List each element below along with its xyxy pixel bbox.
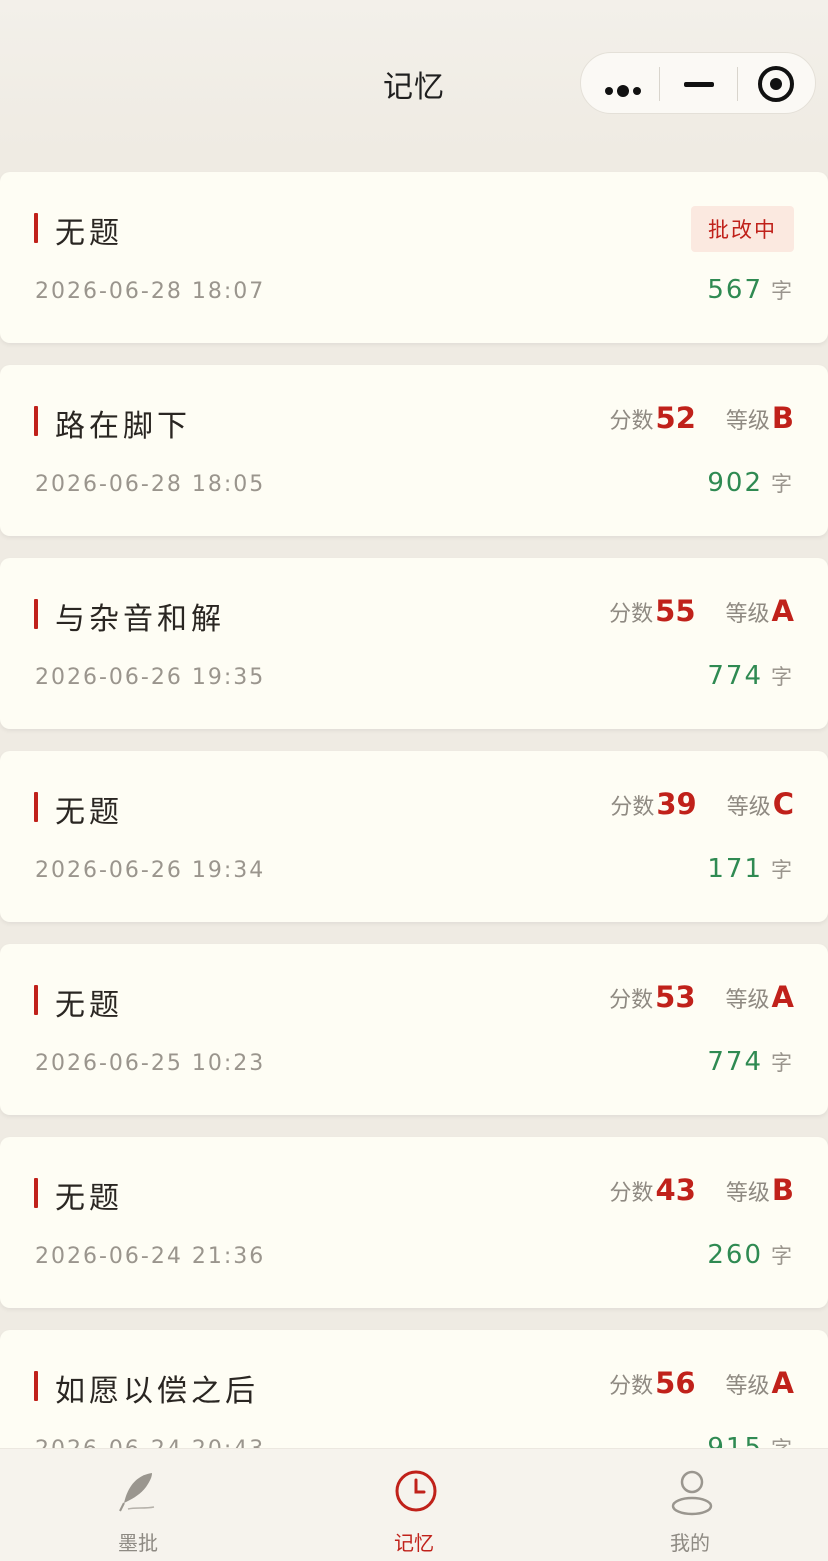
score-label: 分数 bbox=[609, 602, 654, 627]
grade-value: A bbox=[771, 1366, 794, 1400]
grade-label: 等级 bbox=[725, 409, 770, 434]
record-title: 与杂音和解 bbox=[55, 602, 225, 637]
word-count-unit: 字 bbox=[771, 472, 792, 496]
word-count-value: 902 bbox=[707, 468, 763, 498]
title-accent-bar bbox=[34, 792, 38, 822]
grade-value: C bbox=[772, 787, 794, 821]
word-count-unit: 字 bbox=[771, 665, 792, 689]
grade-value: A bbox=[771, 594, 794, 628]
feather-icon bbox=[119, 1473, 155, 1512]
grade-value: A bbox=[771, 980, 794, 1014]
grade-label: 等级 bbox=[725, 988, 770, 1013]
tab-label: 墨批 bbox=[118, 1531, 158, 1555]
score-label: 分数 bbox=[609, 409, 654, 434]
grade-value: B bbox=[771, 401, 794, 435]
score-label: 分数 bbox=[609, 1374, 654, 1399]
more-button[interactable] bbox=[581, 53, 659, 115]
record-title: 无题 bbox=[55, 988, 123, 1023]
score-grade: 分数53 等级A bbox=[609, 980, 794, 1014]
tab-mine[interactable]: 我的 bbox=[552, 1449, 828, 1561]
tab-bar: 墨批 记忆 我的 bbox=[0, 1448, 828, 1561]
score-label: 分数 bbox=[609, 1181, 654, 1206]
score-value: 52 bbox=[655, 401, 696, 435]
word-count: 902 字 bbox=[707, 468, 792, 498]
minus-icon bbox=[684, 82, 714, 87]
tab-label: 记忆 bbox=[394, 1531, 434, 1555]
record-card[interactable]: 无题 分数43 等级B 2026-06-24 21:36 260 字 bbox=[0, 1137, 828, 1308]
record-title: 无题 bbox=[55, 216, 123, 251]
score-label: 分数 bbox=[610, 795, 655, 820]
title-accent-bar bbox=[34, 985, 38, 1015]
record-card[interactable]: 无题 分数53 等级A 2026-06-25 10:23 774 字 bbox=[0, 944, 828, 1115]
grade-label: 等级 bbox=[725, 1374, 770, 1399]
word-count: 774 字 bbox=[707, 661, 792, 691]
record-card[interactable]: 无题 批改中 2026-06-28 18:07 567 字 bbox=[0, 172, 828, 343]
title-accent-bar bbox=[34, 1371, 38, 1401]
record-card[interactable]: 与杂音和解 分数55 等级A 2026-06-26 19:35 774 字 bbox=[0, 558, 828, 729]
status-badge: 批改中 bbox=[691, 206, 794, 252]
score-grade: 分数43 等级B bbox=[610, 1173, 795, 1207]
word-count-value: 260 bbox=[707, 1240, 763, 1270]
tab-label: 我的 bbox=[670, 1531, 710, 1555]
record-card[interactable]: 路在脚下 分数52 等级B 2026-06-28 18:05 902 字 bbox=[0, 365, 828, 536]
word-count: 260 字 bbox=[707, 1240, 792, 1270]
score-value: 39 bbox=[656, 787, 697, 821]
record-date: 2026-06-28 18:05 bbox=[35, 472, 266, 497]
record-card[interactable]: 无题 分数39 等级C 2026-06-26 19:34 171 字 bbox=[0, 751, 828, 922]
score-grade: 分数56 等级A bbox=[609, 1366, 794, 1400]
word-count: 171 字 bbox=[707, 854, 792, 884]
title-accent-bar bbox=[34, 213, 38, 243]
grade-label: 等级 bbox=[726, 795, 771, 820]
word-count-unit: 字 bbox=[771, 858, 792, 882]
word-count-value: 171 bbox=[707, 854, 763, 884]
more-dots-icon bbox=[605, 80, 645, 99]
word-count-unit: 字 bbox=[771, 1244, 792, 1268]
title-accent-bar bbox=[34, 599, 38, 629]
record-list: 无题 批改中 2026-06-28 18:07 567 字 路在脚下 分数52 等级… bbox=[0, 172, 828, 1523]
nav-header: 记忆 bbox=[0, 0, 828, 150]
grade-value: B bbox=[771, 1173, 794, 1207]
score-value: 43 bbox=[655, 1173, 696, 1207]
word-count-value: 774 bbox=[707, 661, 763, 691]
close-mini-program-button[interactable] bbox=[738, 53, 816, 115]
tab-mopi[interactable]: 墨批 bbox=[0, 1449, 276, 1561]
score-label: 分数 bbox=[609, 988, 654, 1013]
record-title: 无题 bbox=[55, 795, 123, 830]
record-title: 如愿以偿之后 bbox=[55, 1374, 259, 1409]
record-date: 2026-06-24 21:36 bbox=[35, 1244, 266, 1269]
record-date: 2026-06-26 19:34 bbox=[35, 858, 266, 883]
word-count-value: 774 bbox=[707, 1047, 763, 1077]
grade-label: 等级 bbox=[725, 602, 770, 627]
title-accent-bar bbox=[34, 1178, 38, 1208]
record-date: 2026-06-26 19:35 bbox=[35, 665, 266, 690]
score-value: 53 bbox=[655, 980, 696, 1014]
word-count: 567 字 bbox=[707, 275, 792, 305]
score-grade: 分数39 等级C bbox=[610, 787, 794, 821]
word-count-unit: 字 bbox=[771, 1051, 792, 1075]
record-date: 2026-06-25 10:23 bbox=[35, 1051, 266, 1076]
minimize-button[interactable] bbox=[660, 53, 738, 115]
score-grade: 分数52 等级B bbox=[610, 401, 795, 435]
score-value: 55 bbox=[655, 594, 696, 628]
word-count-value: 567 bbox=[707, 275, 763, 305]
clock-icon bbox=[395, 1470, 437, 1512]
record-title: 路在脚下 bbox=[55, 409, 191, 444]
word-count-unit: 字 bbox=[771, 279, 792, 303]
grade-label: 等级 bbox=[725, 1181, 770, 1206]
word-count: 774 字 bbox=[707, 1047, 792, 1077]
target-circle-icon bbox=[758, 66, 794, 102]
title-accent-bar bbox=[34, 406, 38, 436]
record-date: 2026-06-28 18:07 bbox=[35, 279, 266, 304]
mini-program-capsule bbox=[580, 52, 816, 114]
user-icon bbox=[671, 1470, 713, 1516]
score-value: 56 bbox=[655, 1366, 696, 1400]
score-grade: 分数55 等级A bbox=[609, 594, 794, 628]
tab-memory[interactable]: 记忆 bbox=[276, 1449, 552, 1561]
record-title: 无题 bbox=[55, 1181, 123, 1216]
